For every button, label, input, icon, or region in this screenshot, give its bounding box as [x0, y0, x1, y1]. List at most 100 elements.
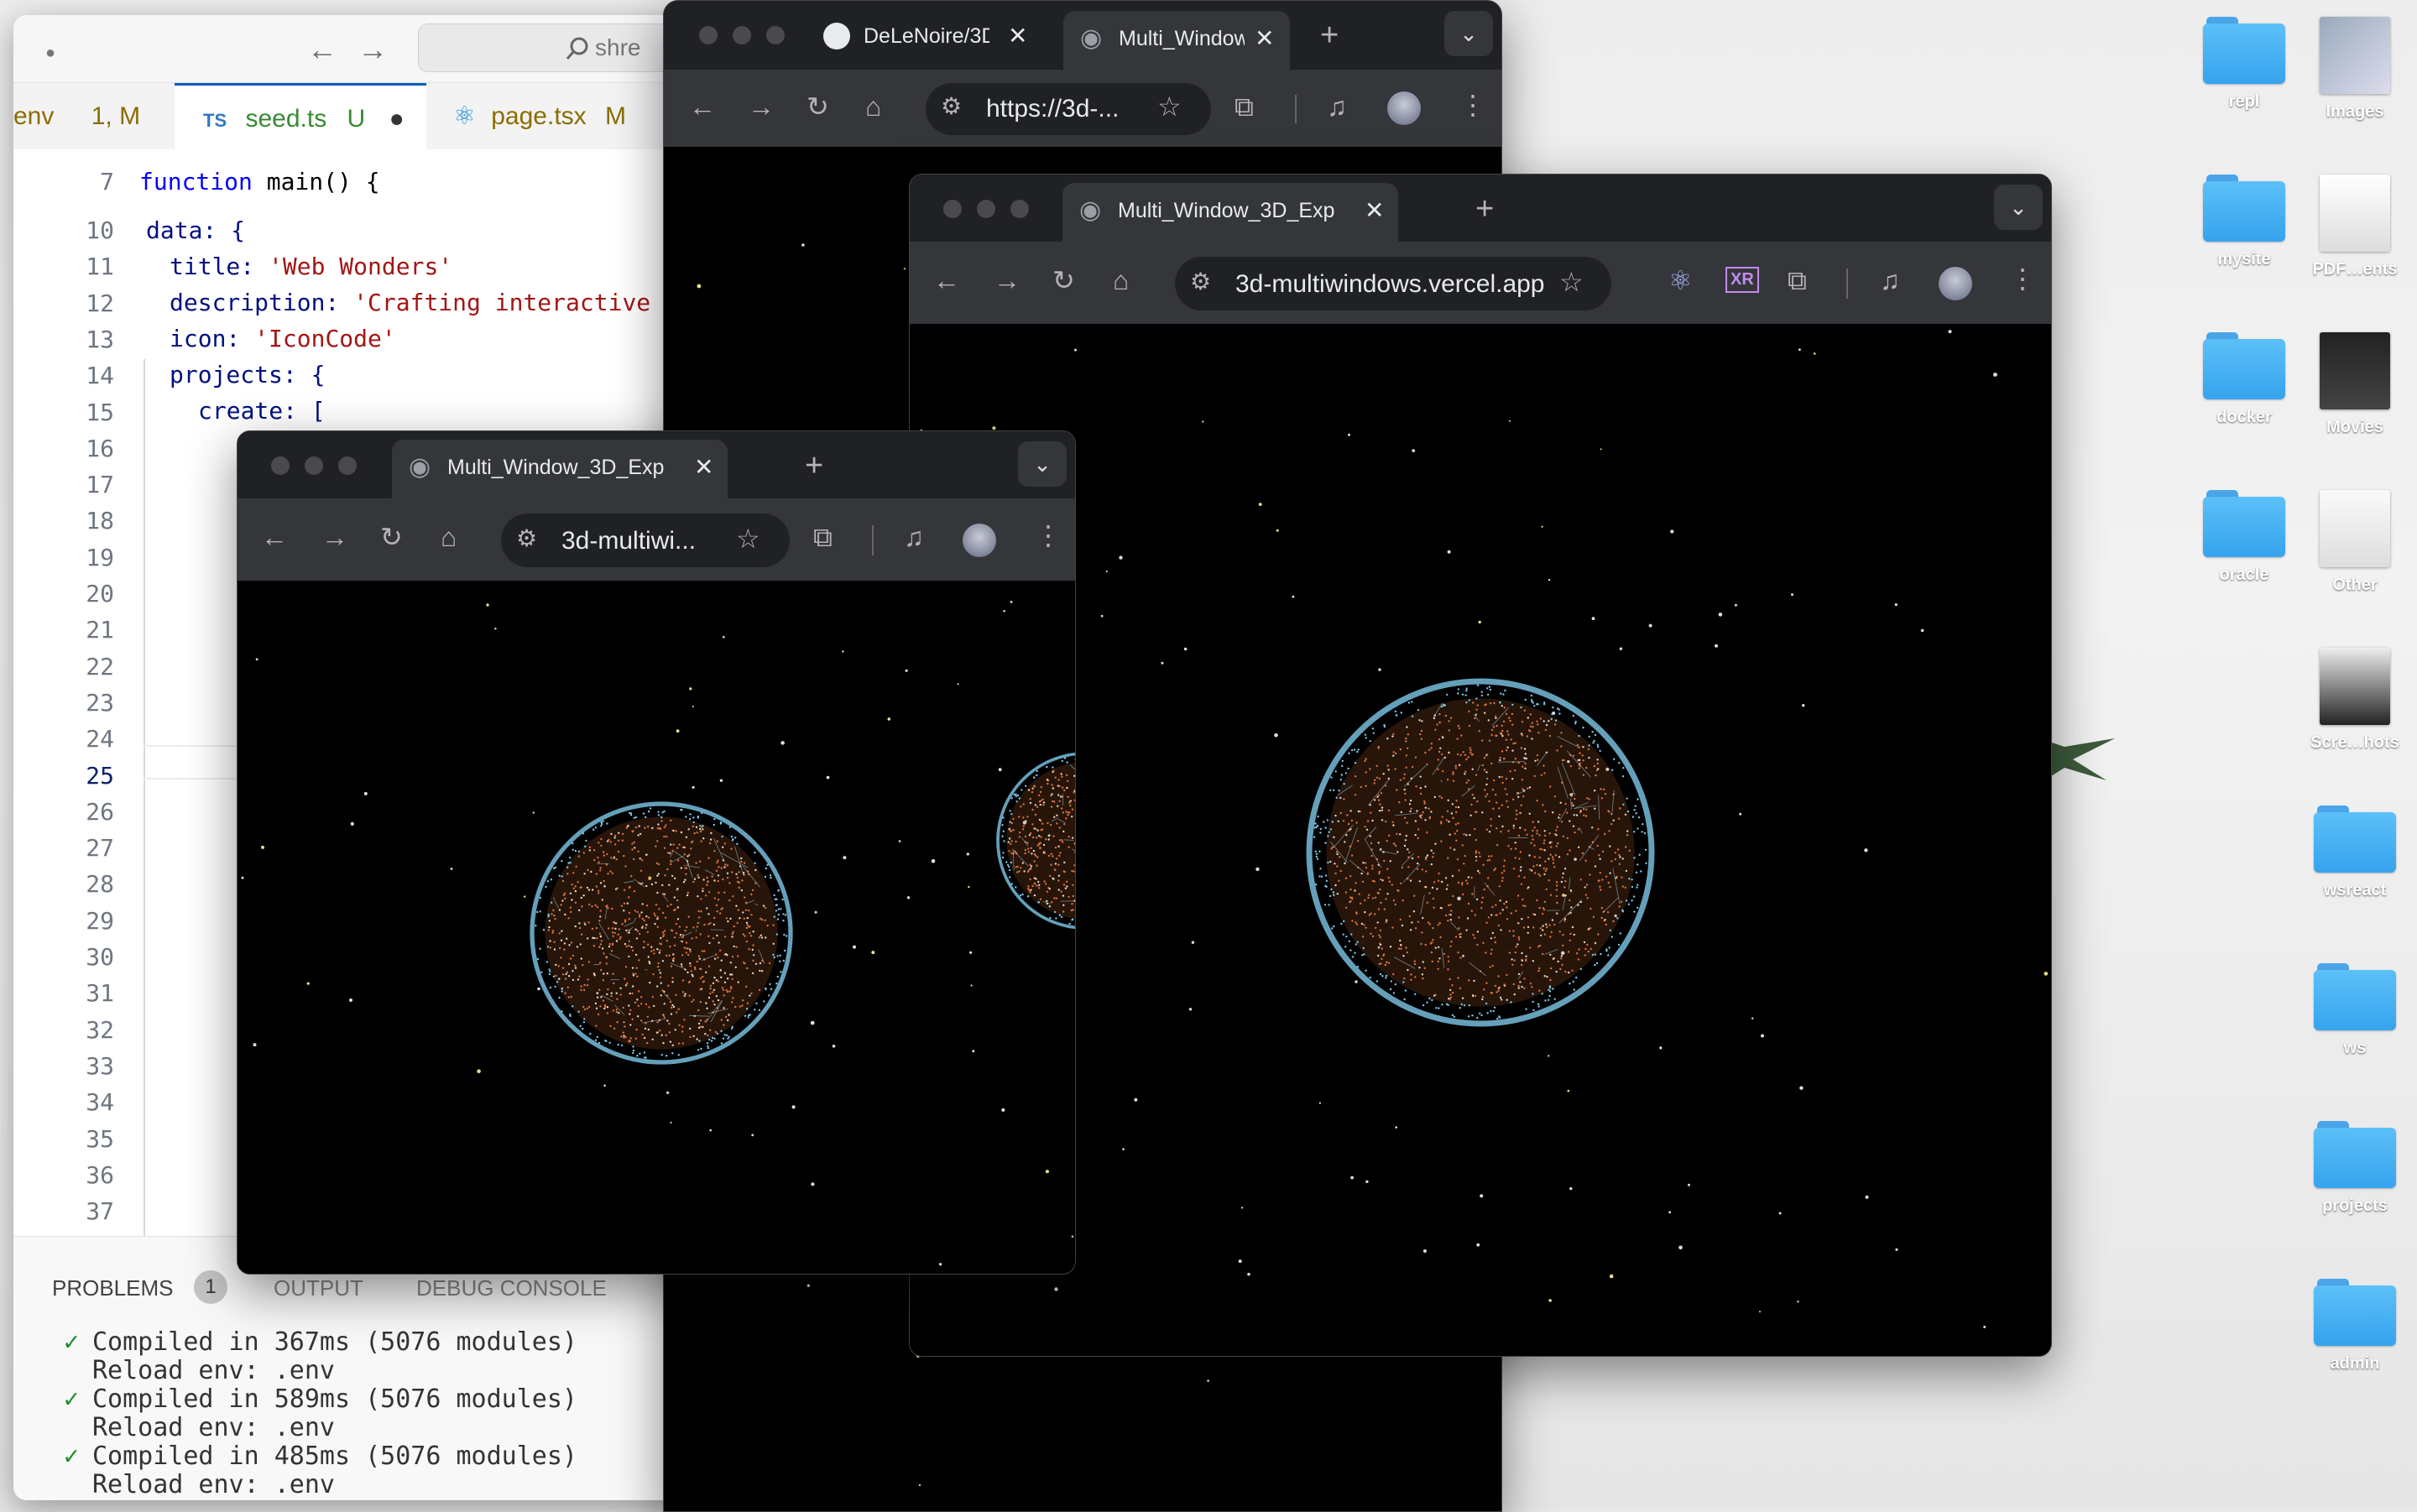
- desktop-icon-admin[interactable]: admin: [2300, 1279, 2410, 1374]
- sphere-particle: [561, 940, 562, 941]
- close-tab-icon[interactable]: ✕: [1255, 11, 1274, 66]
- tab-github[interactable]: DeLeNoire/3D ✕: [823, 13, 1033, 63]
- media-control-icon[interactable]: ♫: [904, 524, 924, 550]
- minimize-window-button[interactable]: [977, 200, 995, 218]
- minimize-window-button[interactable]: [733, 26, 751, 44]
- home-icon[interactable]: ⌂: [441, 524, 457, 550]
- zoom-window-button[interactable]: [338, 456, 357, 475]
- new-tab-button[interactable]: +: [1475, 193, 1494, 225]
- close-window-button[interactable]: [271, 456, 290, 475]
- media-control-icon[interactable]: ♫: [1327, 93, 1347, 120]
- tab-multi-window[interactable]: ◉ Multi_Window ✕: [1063, 11, 1290, 70]
- forward-arrow-icon[interactable]: →: [358, 32, 388, 67]
- particle-sphere-large: [1304, 676, 1657, 1029]
- sphere-particle: [1403, 998, 1405, 1000]
- bookmark-star-icon[interactable]: ☆: [736, 525, 760, 552]
- back-icon[interactable]: ←: [933, 267, 960, 294]
- media-control-icon[interactable]: ♫: [1880, 267, 1900, 294]
- unsaved-dot-icon[interactable]: ●: [389, 105, 405, 133]
- page-viewport-right[interactable]: [910, 324, 2051, 1356]
- new-tab-button[interactable]: +: [805, 450, 823, 482]
- sphere-particle: [561, 899, 563, 901]
- tab-problems[interactable]: PROBLEMS: [52, 1275, 174, 1301]
- close-window-button[interactable]: [943, 200, 962, 218]
- sphere-particle: [1589, 736, 1590, 738]
- sphere-particle: [1520, 869, 1522, 871]
- minimize-window-button[interactable]: [305, 456, 323, 475]
- reload-icon[interactable]: ↻: [1052, 267, 1075, 294]
- tab-debug-console[interactable]: DEBUG CONSOLE: [416, 1275, 607, 1301]
- desktop-icon-repl[interactable]: repl: [2189, 17, 2300, 112]
- forward-icon[interactable]: →: [321, 524, 348, 550]
- sphere-particle: [1404, 774, 1406, 775]
- address-bar[interactable]: ⚙ 3d-multiwi... ☆: [501, 514, 790, 567]
- reload-icon[interactable]: ↻: [807, 93, 829, 120]
- site-info-icon[interactable]: ⚙: [516, 527, 537, 550]
- back-arrow-icon[interactable]: ←: [307, 32, 337, 67]
- menu-kebab-icon[interactable]: ⋮: [2009, 265, 2036, 292]
- desktop-icon-other[interactable]: Other: [2300, 490, 2410, 595]
- bookmark-star-icon[interactable]: ☆: [1559, 269, 1584, 295]
- zoom-window-button[interactable]: [766, 26, 785, 44]
- desktop-icon-mysite[interactable]: mysite: [2189, 175, 2300, 269]
- webxr-icon[interactable]: XR: [1725, 267, 1759, 293]
- desktop-icon-images[interactable]: Images: [2300, 17, 2410, 122]
- extensions-icon[interactable]: ⧉: [1788, 267, 1807, 294]
- star: [1659, 1046, 1662, 1049]
- desktop-icon-ws[interactable]: ws: [2300, 963, 2410, 1058]
- back-icon[interactable]: ←: [689, 93, 716, 120]
- address-bar[interactable]: ⚙ 3d-multiwindows.vercel.app ☆: [1175, 257, 1611, 310]
- desktop-icon-movies[interactable]: Movies: [2300, 332, 2410, 437]
- new-tab-button[interactable]: +: [1320, 19, 1339, 51]
- desktop-icon-projects[interactable]: projects: [2300, 1121, 2410, 1216]
- tab-search-button[interactable]: ⌄: [1018, 441, 1067, 487]
- sphere-particle: [1047, 887, 1049, 889]
- site-info-icon[interactable]: ⚙: [1190, 270, 1211, 294]
- desktop-icon-docker[interactable]: docker: [2189, 332, 2300, 427]
- menu-kebab-icon[interactable]: ⋮: [1035, 522, 1062, 549]
- site-info-icon[interactable]: ⚙: [941, 95, 962, 118]
- desktop-icon-scre-hots[interactable]: Scre…hots: [2300, 648, 2410, 753]
- tab-env[interactable]: env 1, M: [13, 83, 173, 150]
- tab-multi-window-3d[interactable]: ◉ Multi_Window_3D_Exp ✕: [1062, 183, 1398, 242]
- forward-icon[interactable]: →: [994, 267, 1021, 294]
- menu-kebab-icon[interactable]: ⋮: [1459, 91, 1486, 118]
- profile-avatar[interactable]: [963, 524, 996, 557]
- tab-seed-ts[interactable]: TS seed.ts U ●: [175, 83, 426, 153]
- reload-icon[interactable]: ↻: [380, 524, 403, 550]
- sphere-particle: [703, 980, 705, 982]
- desktop-icon-oracle[interactable]: oracle: [2189, 490, 2300, 585]
- bookmark-star-icon[interactable]: ☆: [1157, 93, 1182, 120]
- desktop-icon-wsreact[interactable]: wsreact: [2300, 806, 2410, 900]
- home-icon[interactable]: ⌂: [1113, 267, 1129, 294]
- sphere-particle: [1590, 908, 1591, 910]
- sphere-particle: [1482, 942, 1484, 944]
- desktop-icon-pdf-ents[interactable]: PDF…ents: [2300, 175, 2410, 279]
- profile-avatar[interactable]: [1387, 91, 1421, 125]
- sphere-particle: [629, 993, 631, 994]
- sphere-particle: [706, 907, 707, 909]
- sphere-particle: [666, 868, 668, 870]
- close-tab-icon[interactable]: ✕: [1008, 13, 1027, 60]
- page-viewport-left[interactable]: [238, 581, 1075, 1274]
- desktop-icon-label: mysite: [2189, 250, 2300, 269]
- forward-icon[interactable]: →: [748, 93, 775, 120]
- close-tab-icon[interactable]: ✕: [694, 440, 713, 495]
- tab-search-button[interactable]: ⌄: [1444, 11, 1493, 56]
- tab-multi-window-3d[interactable]: ◉ Multi_Window_3D_Exp ✕: [392, 440, 728, 498]
- extensions-icon[interactable]: ⧉: [1235, 93, 1254, 120]
- back-icon[interactable]: ←: [261, 524, 288, 550]
- profile-avatar[interactable]: [1939, 267, 1972, 300]
- close-window-button[interactable]: [699, 26, 718, 44]
- address-bar[interactable]: ⚙ https://3d-... ☆: [926, 83, 1211, 135]
- close-tab-icon[interactable]: ✕: [1365, 183, 1384, 238]
- extensions-icon[interactable]: ⧉: [813, 524, 833, 550]
- tab-search-button[interactable]: ⌄: [1994, 185, 2043, 230]
- zoom-window-button[interactable]: [1010, 200, 1029, 218]
- tab-output[interactable]: OUTPUT: [274, 1275, 363, 1301]
- sphere-particle: [1593, 740, 1595, 742]
- react-devtools-icon[interactable]: ⚛: [1668, 267, 1693, 294]
- star: [1600, 448, 1602, 450]
- home-icon[interactable]: ⌂: [865, 93, 881, 120]
- tab-page-tsx[interactable]: ⚛ page.tsx M: [441, 83, 660, 150]
